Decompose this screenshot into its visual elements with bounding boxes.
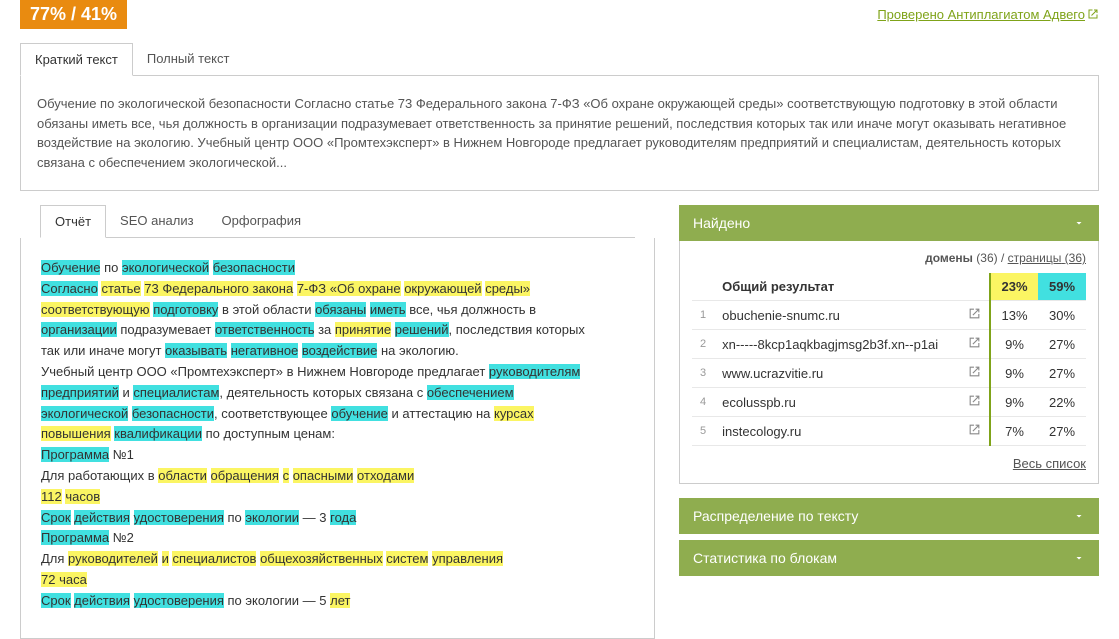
tab-seo[interactable]: SEO анализ (106, 205, 208, 237)
verified-link[interactable]: Проверено Антиплагиатом Адвего (877, 7, 1099, 22)
external-link-icon (1087, 8, 1099, 20)
chevron-down-icon (1073, 217, 1085, 229)
report-tabs: Отчёт SEO анализ Орфография (40, 205, 635, 238)
distribution-panel-title: Распределение по тексту (693, 508, 858, 524)
total-pct-cyan: 59% (1038, 273, 1086, 301)
summary-text: Обучение по экологической безопасности С… (20, 76, 1099, 191)
tab-full-text[interactable]: Полный текст (133, 43, 244, 75)
table-row[interactable]: 3www.ucrazvitie.ru9%27% (692, 359, 1086, 388)
found-panel-header[interactable]: Найдено (679, 205, 1099, 241)
tab-short-text[interactable]: Краткий текст (20, 43, 133, 76)
pages-link[interactable]: страницы (36) (1008, 251, 1086, 265)
external-link-icon[interactable] (960, 330, 990, 359)
chevron-down-icon (1073, 510, 1085, 522)
stats-panel-title: Статистика по блокам (693, 550, 837, 566)
table-row[interactable]: 4ecolusspb.ru9%22% (692, 388, 1086, 417)
table-row[interactable]: 2xn-----8kcp1aqkbagjmsg2b3f.xn--p1ai9%27… (692, 330, 1086, 359)
domain-cell: xn-----8kcp1aqkbagjmsg2b3f.xn--p1ai (714, 330, 960, 359)
found-counts: домены (36) / страницы (36) (692, 251, 1086, 265)
stats-panel-header[interactable]: Статистика по блокам (679, 540, 1099, 576)
domain-cell: www.ucrazvitie.ru (714, 359, 960, 388)
external-link-icon[interactable] (960, 359, 990, 388)
domain-cell: instecology.ru (714, 417, 960, 446)
highlighted-text[interactable]: Обучение по экологической безопасностиСо… (41, 258, 642, 618)
external-link-icon[interactable] (960, 301, 990, 330)
table-row[interactable]: 1obuchenie-snumc.ru13%30% (692, 301, 1086, 330)
external-link-icon[interactable] (960, 388, 990, 417)
distribution-panel-header[interactable]: Распределение по тексту (679, 498, 1099, 534)
uniqueness-badge: 77% / 41% (20, 0, 127, 29)
total-pct-yellow: 23% (990, 273, 1038, 301)
results-table: Общий результат 23% 59% 1obuchenie-snumc… (692, 273, 1086, 446)
external-link-icon[interactable] (960, 417, 990, 446)
chevron-down-icon (1073, 552, 1085, 564)
found-panel-title: Найдено (693, 215, 750, 231)
table-row[interactable]: 5instecology.ru7%27% (692, 417, 1086, 446)
all-list-link[interactable]: Весь список (1013, 456, 1086, 471)
domain-cell: ecolusspb.ru (714, 388, 960, 417)
text-tabs: Краткий текст Полный текст (20, 43, 1099, 76)
tab-report[interactable]: Отчёт (40, 205, 106, 238)
total-result-label: Общий результат (714, 273, 960, 301)
verified-link-label: Проверено Антиплагиатом Адвего (877, 7, 1085, 22)
domain-cell: obuchenie-snumc.ru (714, 301, 960, 330)
tab-spell[interactable]: Орфография (208, 205, 315, 237)
